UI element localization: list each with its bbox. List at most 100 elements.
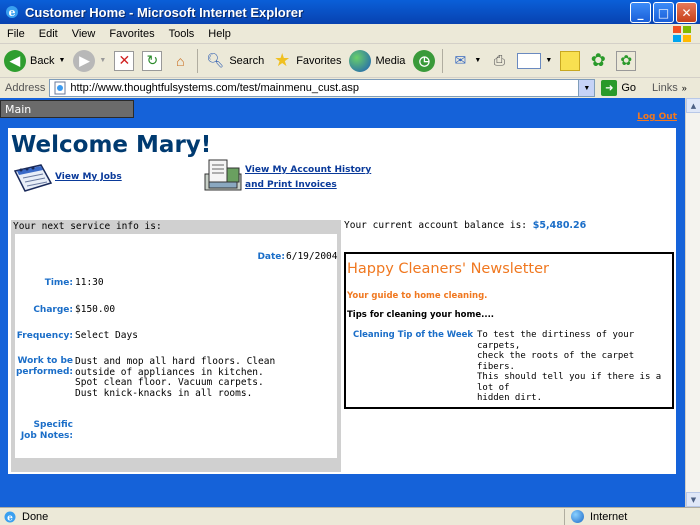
forward-button[interactable]: ▶ ▼ (69, 46, 110, 76)
welcome-heading: Welcome Mary! (11, 132, 212, 158)
ie-page-icon: e (4, 511, 16, 523)
tip-of-week-label: Cleaning Tip of the Week (353, 330, 474, 340)
toolbar-divider (442, 48, 444, 73)
print-icon: ⎙ (493, 52, 505, 68)
page-icon (54, 81, 66, 95)
back-dropdown-icon[interactable]: ▼ (58, 57, 65, 64)
messenger-button[interactable]: ✿ (584, 46, 612, 76)
invoice-stack-icon (204, 159, 242, 191)
menu-view[interactable]: View (65, 28, 103, 40)
menu-file[interactable]: File (0, 28, 32, 40)
history-button[interactable]: ◷ (409, 46, 439, 76)
newsletter-tips-heading: Tips for cleaning your home.... (347, 310, 495, 320)
time-value: 11:30 (75, 277, 104, 288)
menu-edit[interactable]: Edit (32, 28, 65, 40)
links-chevron-icon[interactable]: » (682, 83, 687, 93)
vertical-scrollbar[interactable]: ▲ ▼ (685, 98, 700, 507)
forward-dropdown-icon[interactable]: ▼ (99, 57, 106, 64)
internet-globe-icon (571, 510, 584, 523)
charge-value: $150.00 (75, 304, 116, 315)
account-history-link-line1[interactable]: View My Account History (245, 165, 371, 175)
view-jobs-link-group[interactable]: View My Jobs (11, 161, 122, 193)
go-label: Go (621, 82, 637, 94)
notes-label-line2: Job Notes: (20, 431, 73, 441)
newsletter-subtitle: Your guide to home cleaning. (347, 291, 488, 301)
browser-window: e Customer Home - Microsoft Internet Exp… (0, 0, 700, 525)
view-jobs-link[interactable]: View My Jobs (55, 172, 122, 182)
tip-line: This should tell you if there is a lot o… (477, 372, 662, 393)
address-dropdown-icon[interactable]: ▼ (578, 80, 595, 96)
extra-button[interactable]: ✿ (612, 46, 640, 76)
tip-line: To test the dirtiness of your carpets, (477, 330, 635, 351)
search-icon: 🔍︎ (206, 52, 225, 68)
print-button[interactable]: ⎙ (485, 46, 513, 76)
frequency-value: Select Days (75, 330, 138, 341)
nav-tab-main[interactable]: Main (0, 100, 134, 118)
work-line: Spot clean floor. Vacuum carpets. (75, 377, 264, 388)
media-globe-icon (349, 49, 372, 72)
mail-icon: ✉ (454, 52, 467, 68)
menu-favorites[interactable]: Favorites (102, 28, 161, 40)
links-label[interactable]: Links (652, 82, 678, 94)
forward-arrow-icon: ▶ (73, 49, 96, 72)
time-label: Time: (44, 278, 73, 288)
stop-button[interactable]: ✕ (110, 46, 138, 76)
frequency-label: Frequency: (16, 331, 73, 341)
newsletter-box: Happy Cleaners' Newsletter Your guide to… (344, 252, 674, 409)
home-button[interactable]: ⌂ (166, 46, 194, 76)
date-value: 6/19/2004 (286, 251, 338, 262)
notes-label-line1: Specific (33, 420, 73, 430)
home-icon: ⌂ (176, 52, 185, 69)
scroll-down-icon[interactable]: ▼ (686, 492, 700, 507)
balance-amount: $5,480.26 (532, 220, 587, 231)
history-icon: ◷ (413, 49, 436, 72)
refresh-button[interactable]: ↻ (138, 46, 166, 76)
mail-button[interactable]: ✉ ▼ (446, 46, 485, 76)
mail-dropdown-icon[interactable]: ▼ (474, 57, 481, 64)
status-done: e Done (0, 510, 564, 524)
scroll-up-icon[interactable]: ▲ (686, 98, 700, 113)
minimize-button[interactable]: _ (630, 2, 651, 23)
favorites-button[interactable]: ★ Favorites (268, 46, 345, 76)
favorites-star-icon: ★ (274, 50, 291, 70)
address-input[interactable]: http://www.thoughtfulsystems.com/test/ma… (49, 79, 596, 97)
favorites-label: Favorites (296, 54, 342, 67)
back-arrow-icon: ◀ (4, 49, 26, 72)
svg-text:e: e (9, 6, 16, 19)
edit-dropdown-icon[interactable]: ▼ (545, 57, 552, 64)
sticky-note-icon (560, 50, 581, 71)
account-history-link-line2[interactable]: and Print Invoices (245, 180, 337, 190)
work-performed-label: Work to be performed: (15, 356, 73, 378)
tip-line: check the roots of the carpet fibers. (477, 351, 635, 372)
menu-tools[interactable]: Tools (162, 28, 202, 40)
date-label: Date: (257, 252, 285, 262)
security-zone: Internet (565, 510, 627, 523)
notes-button[interactable] (556, 46, 584, 76)
menu-help[interactable]: Help (201, 28, 238, 40)
logout-link[interactable]: Log Out (637, 112, 677, 122)
search-button[interactable]: 🔍︎ Search (201, 46, 268, 76)
back-button[interactable]: ◀ Back ▼ (0, 46, 69, 76)
work-label-line1: Work to be (17, 356, 73, 366)
stop-icon: ✕ (114, 50, 135, 71)
address-url: http://www.thoughtfulsystems.com/test/ma… (70, 82, 359, 94)
edit-button[interactable]: ▼ (513, 46, 556, 76)
charge-label: Charge: (33, 305, 73, 315)
address-bar: Address http://www.thoughtfulsystems.com… (0, 78, 700, 98)
back-label: Back (30, 54, 55, 67)
balance-label: Your current account balance is: (344, 220, 528, 231)
content-panel: Welcome Mary! View My Jobs View My Accou… (8, 128, 676, 474)
account-history-link-group[interactable]: View My Account History and Print Invoic… (203, 158, 371, 194)
next-service-details: Date: 6/19/2004 Time: 11:30 Charge: $150… (15, 234, 337, 458)
go-button[interactable]: ➜ Go (601, 80, 636, 96)
tip-line: hidden dirt. (477, 393, 543, 403)
calendar-notepad-icon (13, 164, 53, 192)
status-bar: e Done Internet (0, 507, 700, 525)
address-label: Address (5, 82, 46, 94)
maximize-button[interactable]: □ (653, 2, 674, 23)
media-button[interactable]: Media (345, 46, 409, 76)
work-line: Dust knick-knacks in all rooms. (75, 387, 253, 399)
refresh-icon: ↻ (142, 50, 163, 71)
svg-text:e: e (7, 513, 13, 523)
close-button[interactable]: ✕ (676, 2, 697, 23)
